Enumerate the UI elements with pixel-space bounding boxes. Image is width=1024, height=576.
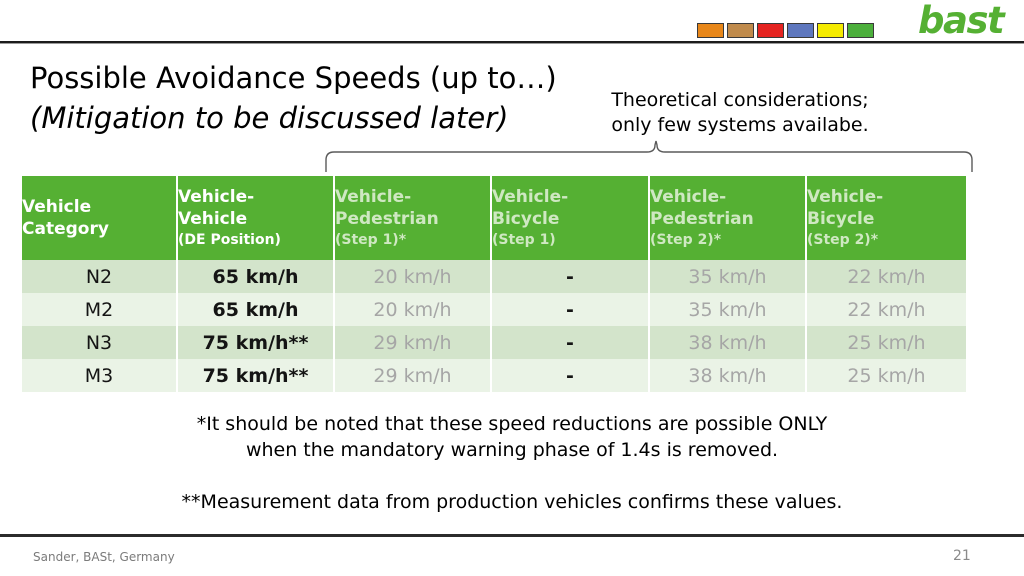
footnotes: *It should be noted that these speed red… [62,411,962,515]
table-cell: 65 km/h [178,260,335,293]
column-header-line-2: Pedestrian [650,209,754,229]
column-header-line-2: Category [22,219,109,239]
column-header-line-1: Vehicle- [178,187,255,207]
footnote-1-line-1: *It should be noted that these speed red… [196,413,828,435]
column-header-line-2: Vehicle [178,209,248,229]
swatch-tan [727,23,754,38]
table-cell: 22 km/h [807,293,966,326]
swatch-blue [787,23,814,38]
column-header-line-1: Vehicle- [335,187,412,207]
table-column-header-4: Vehicle- Bicycle (Step 1) [492,176,650,260]
swatch-green [847,23,874,38]
column-header-sublabel: (Step 2)* [807,232,879,248]
annotation-line-1: Theoretical considerations; [611,89,869,111]
column-header-sublabel: (Step 2)* [650,232,722,248]
footnote-2: **Measurement data from production vehic… [181,491,843,513]
table-cell: M2 [22,293,178,326]
table-cell: - [492,260,650,293]
header-divider [0,41,1024,44]
table-cell: N3 [22,326,178,359]
brand-swatch-strip [697,23,874,38]
table-header: Vehicle Category Vehicle- Vehicle (DE Positi… [22,176,966,260]
table-cell: 22 km/h [807,260,966,293]
table-cell: N2 [22,260,178,293]
page-title-line-2: (Mitigation to be discussed later) [30,101,509,135]
table-cell: 38 km/h [650,326,807,359]
footnote-1-line-2: when the mandatory warning phase of 1.4s… [245,439,779,461]
swatch-yellow [817,23,844,38]
footer-page-number: 21 [953,548,971,564]
column-header-line-1: Vehicle- [807,187,884,207]
table-column-header-3: Vehicle- Pedestrian (Step 1)* [335,176,492,260]
page-title: Possible Avoidance Speeds (up to…) (Miti… [30,58,590,138]
table-row: N3 75 km/h** 29 km/h -38 km/h 25 km/h [22,326,966,359]
table-column-header-2: Vehicle- Vehicle (DE Position) [178,176,335,260]
avoidance-speeds-table: Vehicle Category Vehicle- Vehicle (DE Positi… [22,176,966,392]
table-column-header-1: Vehicle Category [22,176,178,260]
column-header-line-1: Vehicle- [650,187,727,207]
table-cell: 29 km/h [335,326,492,359]
column-header-line-1: Vehicle [22,197,92,217]
table-cell: 20 km/h [335,260,492,293]
footer-author: Sander, BASt, Germany [33,550,175,564]
brace-icon [325,140,973,172]
swatch-orange [697,23,724,38]
column-header-sublabel: (DE Position) [178,232,281,248]
table-row: M2 65 km/h 20 km/h -35 km/h 22 km/h [22,293,966,326]
table-cell: 75 km/h** [178,359,335,392]
table-cell: - [492,359,650,392]
table-row: M3 75 km/h** 29 km/h -38 km/h 25 km/h [22,359,966,392]
table-header-row: Vehicle Category Vehicle- Vehicle (DE Positi… [22,176,966,260]
table-cell: 20 km/h [335,293,492,326]
table-cell: 29 km/h [335,359,492,392]
table-cell: 35 km/h [650,260,807,293]
table-row: N2 65 km/h 20 km/h -35 km/h 22 km/h [22,260,966,293]
table-cell: 35 km/h [650,293,807,326]
table-body: N2 65 km/h 20 km/h -35 km/h 22 km/h M2 65 km/h… [22,260,966,392]
table-column-header-5: Vehicle- Pedestrian (Step 2)* [650,176,807,260]
table-column-header-6: Vehicle- Bicycle (Step 2)* [807,176,966,260]
column-header-line-2: Bicycle [807,209,875,229]
swatch-red [757,23,784,38]
table-cell: 65 km/h [178,293,335,326]
page-title-line-1: Possible Avoidance Speeds (up to…) [30,61,557,95]
table-cell: - [492,326,650,359]
column-header-line-2: Pedestrian [335,209,439,229]
column-header-sublabel: (Step 1) [492,232,556,248]
table-cell: M3 [22,359,178,392]
slide: bast Possible Avoidance Speeds (up to…) … [0,0,1024,576]
table-cell: 25 km/h [807,359,966,392]
table-cell: - [492,293,650,326]
annotation-line-2: only few systems availabe. [611,114,869,136]
footer-divider [0,534,1024,537]
table-cell: 75 km/h** [178,326,335,359]
brace-pointer [325,140,973,172]
column-header-line-2: Bicycle [492,209,560,229]
column-header-sublabel: (Step 1)* [335,232,407,248]
annotation-note: Theoretical considerations; only few sys… [575,88,905,138]
column-header-line-1: Vehicle- [492,187,569,207]
table-cell: 38 km/h [650,359,807,392]
table-cell: 25 km/h [807,326,966,359]
footnote-spacer [62,463,962,489]
bast-logo: bast [918,0,1005,42]
